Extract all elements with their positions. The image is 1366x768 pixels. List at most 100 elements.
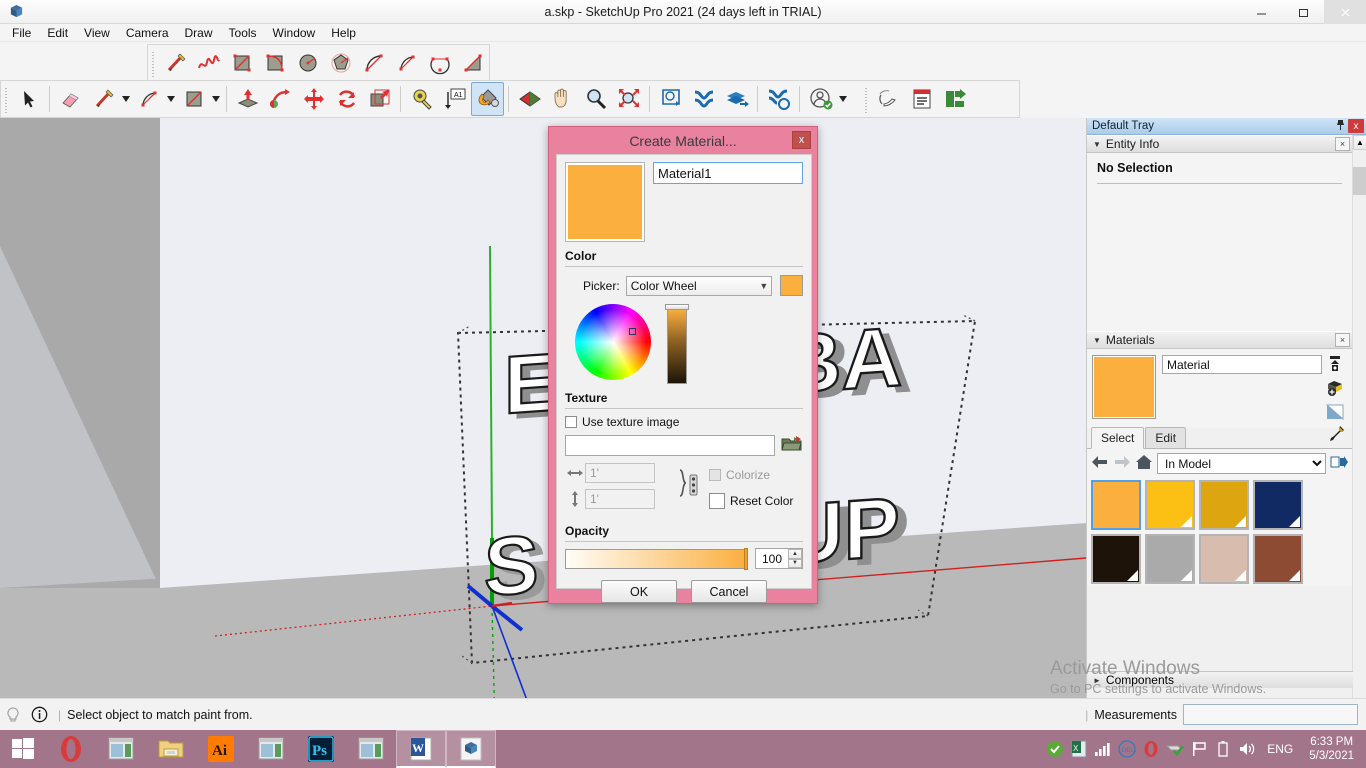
color-wheel-cursor[interactable] xyxy=(629,328,636,335)
details-icon[interactable] xyxy=(1330,454,1348,473)
swatch-1[interactable] xyxy=(1145,480,1195,530)
start-button[interactable] xyxy=(0,730,46,768)
rectangle-tool[interactable] xyxy=(177,82,210,116)
swatch-3[interactable] xyxy=(1253,480,1303,530)
eyedropper-icon[interactable] xyxy=(1326,425,1346,446)
account-tool[interactable] xyxy=(804,82,837,116)
texture-path-input[interactable] xyxy=(565,435,775,456)
signal-icon[interactable] xyxy=(1091,730,1115,768)
minimize-button[interactable] xyxy=(1240,0,1282,24)
swatch-7[interactable] xyxy=(1253,534,1303,584)
tray-scrollbar[interactable]: ▲ xyxy=(1352,135,1366,698)
circle-tool[interactable] xyxy=(291,46,324,80)
material-name-field[interactable] xyxy=(653,162,803,184)
value-slider-track[interactable] xyxy=(667,308,687,384)
tray-close-button[interactable]: x xyxy=(1348,119,1364,133)
picker-select[interactable]: Color Wheel ▼ xyxy=(625,275,773,296)
dialog-close-button[interactable]: x xyxy=(792,131,811,149)
three-point-arc-tool[interactable] xyxy=(423,46,456,80)
sample-paint-icon[interactable] xyxy=(1325,379,1345,400)
opacity-spin-up[interactable]: ▲ xyxy=(788,549,802,559)
menu-camera[interactable]: Camera xyxy=(118,24,177,42)
zoom-tool[interactable] xyxy=(579,82,612,116)
3d-warehouse-tool[interactable] xyxy=(654,82,687,116)
scroll-up-arrow[interactable]: ▲ xyxy=(1353,135,1366,150)
materials-preview-swatch[interactable] xyxy=(1092,355,1156,419)
line-tool-dropdown[interactable] xyxy=(120,82,132,116)
panel-header-entity-info[interactable]: ▼ Entity Info × xyxy=(1087,135,1352,153)
taskbar-word[interactable]: W xyxy=(396,730,446,768)
tip-icon[interactable] xyxy=(0,706,26,723)
scroll-thumb[interactable] xyxy=(1353,167,1366,195)
swatch-5[interactable] xyxy=(1145,534,1195,584)
entity-info-collapse-icon[interactable]: ▼ xyxy=(1093,140,1101,149)
arc-tool-dropdown[interactable] xyxy=(165,82,177,116)
texture-width-input[interactable] xyxy=(585,463,655,483)
rectangle-tool-dropdown[interactable] xyxy=(210,82,222,116)
taskbar-window-3[interactable] xyxy=(346,730,396,768)
taskbar-photoshop[interactable]: Ps xyxy=(296,730,346,768)
menu-window[interactable]: Window xyxy=(265,24,324,42)
swatch-0[interactable] xyxy=(1091,480,1141,530)
opacity-value-field[interactable]: 100 ▲ ▼ xyxy=(755,548,803,569)
panel-header-components[interactable]: ► Components xyxy=(1087,671,1353,688)
browse-folder-icon[interactable] xyxy=(781,435,803,456)
taskbar-illustrator[interactable]: Ai xyxy=(196,730,246,768)
cancel-button[interactable]: Cancel xyxy=(691,580,767,603)
value-slider-handle[interactable] xyxy=(665,304,689,310)
home-icon[interactable] xyxy=(1135,454,1153,473)
clock[interactable]: 6:33 PM 5/3/2021 xyxy=(1301,735,1362,763)
text-tool[interactable]: A1 xyxy=(438,82,471,116)
menu-draw[interactable]: Draw xyxy=(177,24,221,42)
pin-icon[interactable] xyxy=(1333,119,1348,134)
eraser-tool[interactable] xyxy=(54,82,87,116)
followme-tool[interactable] xyxy=(264,82,297,116)
ok-button[interactable]: OK xyxy=(601,580,677,603)
pie-tool[interactable] xyxy=(456,46,489,80)
materials-close-button[interactable]: × xyxy=(1335,333,1350,347)
arc-tool[interactable] xyxy=(357,46,390,80)
entity-info-close-button[interactable]: × xyxy=(1335,137,1350,151)
language-indicator[interactable]: ENG xyxy=(1259,742,1301,756)
toolbar-grip[interactable] xyxy=(3,84,10,114)
sandbox-tool[interactable] xyxy=(872,82,905,116)
line-tool[interactable] xyxy=(87,82,120,116)
display-secondary-icon[interactable] xyxy=(1325,403,1345,424)
scale-tool[interactable] xyxy=(363,82,396,116)
zoom-extents-tool[interactable] xyxy=(612,82,645,116)
info-icon[interactable] xyxy=(26,706,52,723)
menu-tools[interactable]: Tools xyxy=(221,24,265,42)
rotated-rectangle-tool[interactable] xyxy=(258,46,291,80)
shield-check-icon[interactable] xyxy=(1163,730,1187,768)
taskbar-opera[interactable] xyxy=(46,730,96,768)
add-location-tool[interactable] xyxy=(720,82,753,116)
swatch-2[interactable] xyxy=(1199,480,1249,530)
two-point-arc-tool[interactable] xyxy=(390,46,423,80)
menu-view[interactable]: View xyxy=(76,24,118,42)
panel-header-materials[interactable]: ▼ Materials × xyxy=(1087,331,1352,349)
swatch-4[interactable] xyxy=(1091,534,1141,584)
volume-icon[interactable] xyxy=(1235,730,1259,768)
current-color-swatch[interactable] xyxy=(780,275,803,296)
reset-color-checkbox[interactable] xyxy=(709,493,725,509)
polygon-tool[interactable] xyxy=(324,46,357,80)
battery-icon[interactable] xyxy=(1211,730,1235,768)
materials-collapse-icon[interactable]: ▼ xyxy=(1093,336,1101,345)
colorize-checkbox[interactable] xyxy=(709,469,721,481)
maximize-button[interactable] xyxy=(1282,0,1324,24)
aspect-lock[interactable] xyxy=(673,463,709,502)
freehand-tool[interactable] xyxy=(192,46,225,80)
value-slider[interactable] xyxy=(665,304,689,384)
tape-measure-tool[interactable] xyxy=(405,82,438,116)
menu-help[interactable]: Help xyxy=(323,24,364,42)
taskbar-window-2[interactable] xyxy=(246,730,296,768)
report-tool[interactable] xyxy=(905,82,938,116)
model-viewport[interactable]: E E S S BA BA UP UP xyxy=(0,118,1086,698)
components-collapse-icon[interactable]: ► xyxy=(1093,676,1101,685)
rectangle-tool[interactable] xyxy=(225,46,258,80)
opacity-slider-thumb[interactable] xyxy=(744,547,748,570)
taskbar-file-explorer[interactable] xyxy=(146,730,196,768)
toolbar-grip[interactable] xyxy=(863,84,870,114)
taskbar-sketchup[interactable] xyxy=(446,730,496,768)
toolbar-grip[interactable] xyxy=(150,48,157,78)
